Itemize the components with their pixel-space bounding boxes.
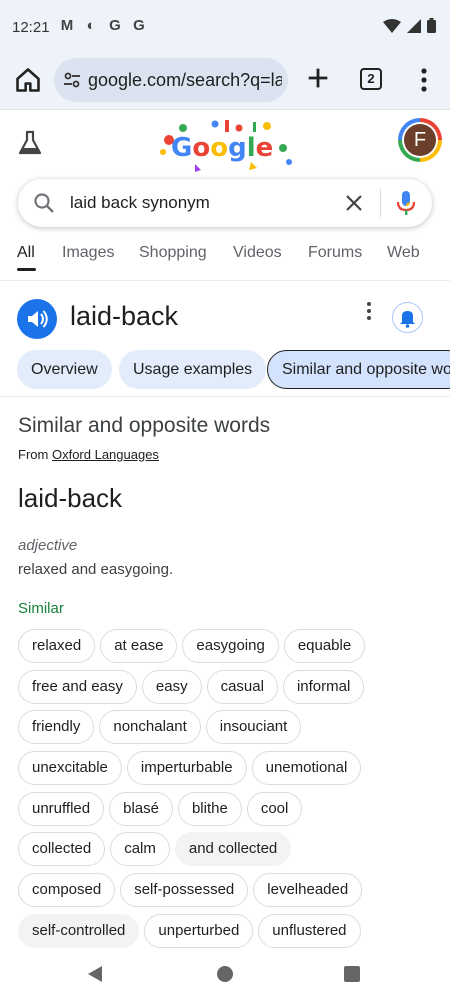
bell-icon <box>400 311 415 328</box>
search-input[interactable]: laid back synonym <box>70 193 210 213</box>
google-icon: G <box>109 17 121 34</box>
tabs-divider <box>0 280 450 281</box>
synonym-row: composed self-possessed levelheaded <box>18 873 378 908</box>
similar-label: Similar <box>18 600 64 617</box>
tab-forums[interactable]: Forums <box>308 244 362 262</box>
notification-icons: M ◐ G G <box>58 17 148 34</box>
synonym-chip[interactable]: cool <box>246 791 303 826</box>
synonym-chip[interactable]: equable <box>283 629 366 663</box>
app-notification-icon: ◐ <box>86 17 96 34</box>
account-avatar[interactable]: F <box>398 118 442 162</box>
chip-usage-examples[interactable]: Usage examples <box>119 350 267 389</box>
synonym-chip[interactable]: blasé <box>109 791 173 826</box>
site-settings-icon[interactable] <box>62 70 82 90</box>
tab-videos[interactable]: Videos <box>233 244 282 262</box>
tab-web[interactable]: Web <box>387 244 420 262</box>
synonym-chip[interactable]: blithe <box>177 791 242 826</box>
gmail-icon: M <box>60 17 74 34</box>
battery-icon <box>427 18 436 33</box>
synonym-chip[interactable]: insouciant <box>205 710 302 745</box>
source-line: From Oxford Languages <box>18 447 159 462</box>
synonym-chip[interactable]: self-possessed <box>120 873 249 908</box>
part-of-speech: adjective <box>18 537 78 554</box>
pronounce-button[interactable] <box>17 299 57 339</box>
synonym-chip[interactable]: casual <box>206 669 278 704</box>
chip-similar-opposite[interactable]: Similar and opposite wo <box>267 350 450 389</box>
synonym-chip[interactable]: unperturbed <box>144 913 254 948</box>
synonym-chip[interactable]: unexcitable <box>18 751 122 786</box>
card-divider <box>0 396 450 397</box>
search-tabs: All Images Shopping Videos Forums Web <box>0 244 450 280</box>
clear-icon[interactable] <box>342 191 366 215</box>
labs-flask-icon[interactable] <box>18 130 42 156</box>
synonym-row: unruffled blasé blithe cool <box>18 791 378 826</box>
url-text[interactable]: google.com/search?q=la <box>88 70 282 91</box>
synonym-row: friendly nonchalant insouciant <box>18 710 378 745</box>
synonym-chip[interactable]: levelheaded <box>253 873 363 908</box>
microphone-icon[interactable] <box>394 190 418 216</box>
synonym-row: free and easy easy casual informal <box>18 669 378 704</box>
entry-word: laid-back <box>18 483 123 513</box>
volume-icon <box>28 310 48 328</box>
google-doodle-logo[interactable]: Google <box>155 118 297 174</box>
new-tab-icon[interactable] <box>304 64 332 92</box>
synonym-chip[interactable]: easygoing <box>182 629 279 663</box>
chip-overview[interactable]: Overview <box>17 350 112 389</box>
synonym-chip[interactable]: unflustered <box>258 913 361 948</box>
source-prefix: From <box>18 447 49 462</box>
system-nav-bar <box>0 950 450 1000</box>
synonym-chip[interactable]: informal <box>282 669 365 704</box>
synonym-row: unexcitable imperturbable unemotional <box>18 751 378 786</box>
back-icon[interactable] <box>86 965 104 983</box>
tab-switcher-button[interactable]: 2 <box>360 68 382 90</box>
synonym-row: self-controlled unperturbed unflustered <box>18 913 378 948</box>
synonym-chip[interactable]: unruffled <box>18 791 105 826</box>
notify-button[interactable] <box>392 302 423 333</box>
status-time: 12:21 <box>12 19 50 36</box>
synonym-chip[interactable]: imperturbable <box>126 751 247 786</box>
oxford-languages-link[interactable]: Oxford Languages <box>52 447 159 462</box>
synonym-row: relaxed at ease easygoing equable <box>18 629 378 663</box>
svg-text:Google: Google <box>171 133 273 163</box>
more-vert-icon[interactable] <box>414 66 434 94</box>
synonym-chip[interactable]: at ease <box>100 629 178 663</box>
synonym-chip[interactable]: calm <box>110 832 170 867</box>
tab-all[interactable]: All <box>17 244 35 262</box>
address-bar[interactable]: google.com/search?q=la <box>54 58 288 102</box>
synonym-chip[interactable]: self-controlled <box>18 913 140 948</box>
active-tab-indicator <box>17 268 36 271</box>
search-icon <box>34 193 54 213</box>
synonym-chip[interactable]: relaxed <box>18 629 96 663</box>
avatar-letter: F <box>404 124 436 156</box>
synonym-chip[interactable]: collected <box>18 832 106 867</box>
recents-icon[interactable] <box>344 966 360 982</box>
search-box[interactable]: laid back synonym <box>18 179 432 227</box>
browser-toolbar: google.com/search?q=la 2 <box>0 54 450 110</box>
status-bar: 12:21 M ◐ G G <box>0 0 450 54</box>
synonym-list: relaxed at ease easygoing equable free and e… <box>18 629 378 955</box>
synonym-row: collected calm and collected <box>18 832 378 867</box>
home-nav-icon[interactable] <box>217 966 233 982</box>
wifi-icon <box>383 18 401 33</box>
synonym-chip[interactable]: and collected <box>174 832 292 867</box>
home-icon[interactable] <box>14 66 42 94</box>
tab-images[interactable]: Images <box>62 244 114 262</box>
dictionary-headword: laid-back <box>70 301 179 331</box>
synonym-chip[interactable]: nonchalant <box>99 710 201 745</box>
definition: relaxed and easygoing. <box>18 561 174 578</box>
synonym-chip[interactable]: friendly <box>18 710 95 745</box>
search-divider <box>380 189 381 217</box>
synonym-chip[interactable]: easy <box>141 669 202 704</box>
dictionary-chip-row: Overview Usage examples Similar and oppo… <box>0 350 450 390</box>
synonym-chip[interactable]: composed <box>18 873 116 908</box>
signal-icon <box>407 18 421 33</box>
more-options-icon[interactable] <box>363 301 375 321</box>
google-icon: G <box>133 17 145 34</box>
tab-shopping[interactable]: Shopping <box>139 244 207 262</box>
synonym-chip[interactable]: unemotional <box>251 751 362 786</box>
section-title: Similar and opposite words <box>18 414 271 437</box>
synonym-chip[interactable]: free and easy <box>18 669 137 704</box>
